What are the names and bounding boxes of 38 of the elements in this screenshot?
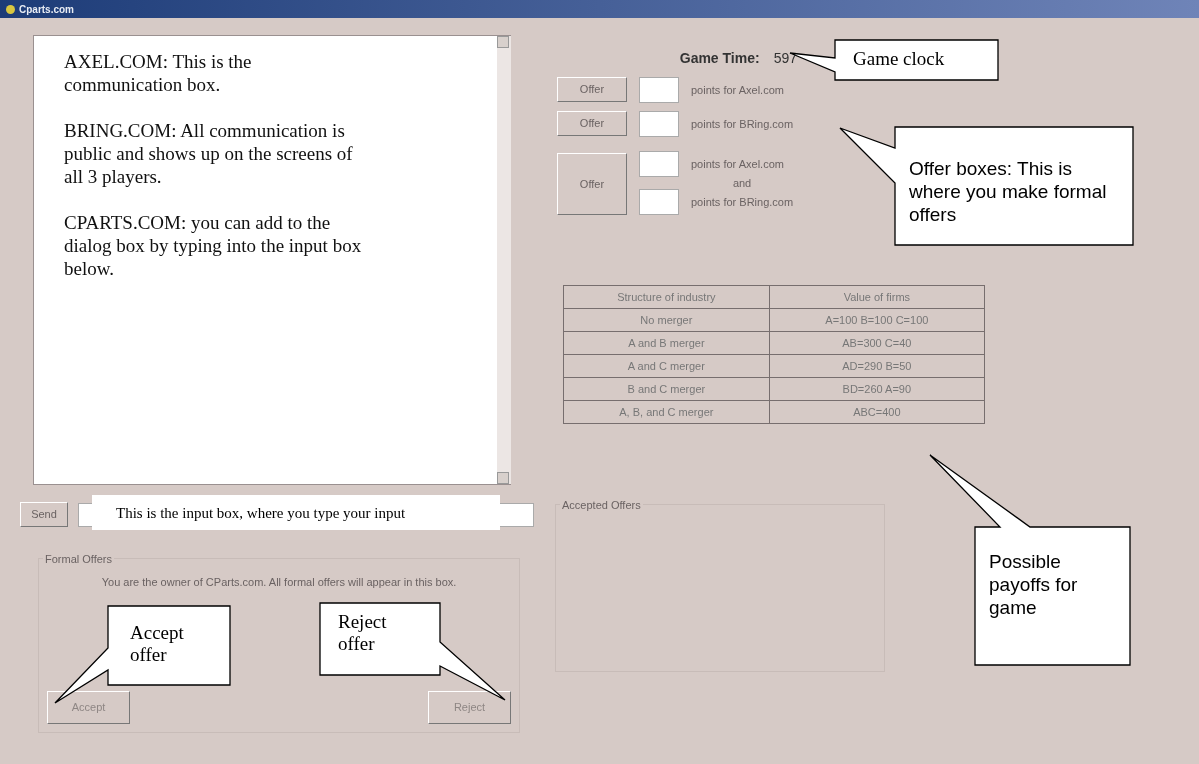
callout-text: Possible payoffs for game: [989, 550, 1079, 619]
table-cell: A=100 B=100 C=100: [769, 308, 985, 332]
callout-text: Game clock: [853, 48, 946, 70]
table-cell: B and C merger: [563, 377, 770, 401]
table-cell: BD=260 A=90: [769, 377, 985, 401]
table-cell: AB=300 C=40: [769, 331, 985, 355]
input-callout-tooltip: This is the input box, where you type your input: [92, 495, 500, 530]
table-cell: ABC=400: [769, 400, 985, 424]
chat-message: BRING.COM: All communication is public and shows up on the screens of all 3 players.: [64, 119, 354, 188]
column-header: Structure of industry: [563, 285, 770, 309]
send-button[interactable]: Send: [20, 502, 68, 527]
points-field[interactable]: [639, 189, 679, 215]
offer-button[interactable]: Offer: [557, 153, 627, 215]
points-label: points for BRing.com: [691, 195, 794, 210]
points-label: points for BRing.com: [691, 117, 794, 132]
offer-button[interactable]: Offer: [557, 77, 627, 102]
table-cell: A, B, and C merger: [563, 400, 770, 424]
column-header: Value of firms: [769, 285, 985, 309]
and-label: and: [731, 177, 753, 189]
chat-message: AXEL.COM: This is the communication box.: [64, 50, 253, 96]
points-field[interactable]: [639, 151, 679, 177]
callout-text: Offer boxes: This is where you make formal offers: [909, 157, 1108, 226]
table-cell: AD=290 B=50: [769, 354, 985, 378]
table-cell: A and B merger: [563, 331, 770, 355]
callout-text: Accept offer: [130, 622, 185, 666]
formal-offers-message: You are the owner of CParts.com. All formal offers will appear in this box.: [100, 575, 458, 590]
points-field[interactable]: [639, 77, 679, 103]
callout-text: Reject offer: [338, 611, 388, 655]
table-cell: No merger: [563, 308, 770, 332]
app-icon: [6, 4, 15, 14]
points-label: points for Axel.com: [691, 157, 785, 172]
game-time-label: Game Time:: [679, 49, 760, 68]
chat-message: CPARTS.COM: you can add to the dialog box by typing into the input box below.: [64, 211, 363, 280]
points-field[interactable]: [639, 111, 679, 137]
points-label: points for Axel.com: [691, 83, 784, 98]
window-title: Cparts.com: [19, 2, 74, 17]
offer-button[interactable]: Offer: [557, 111, 627, 136]
table-cell: A and C merger: [563, 354, 770, 378]
